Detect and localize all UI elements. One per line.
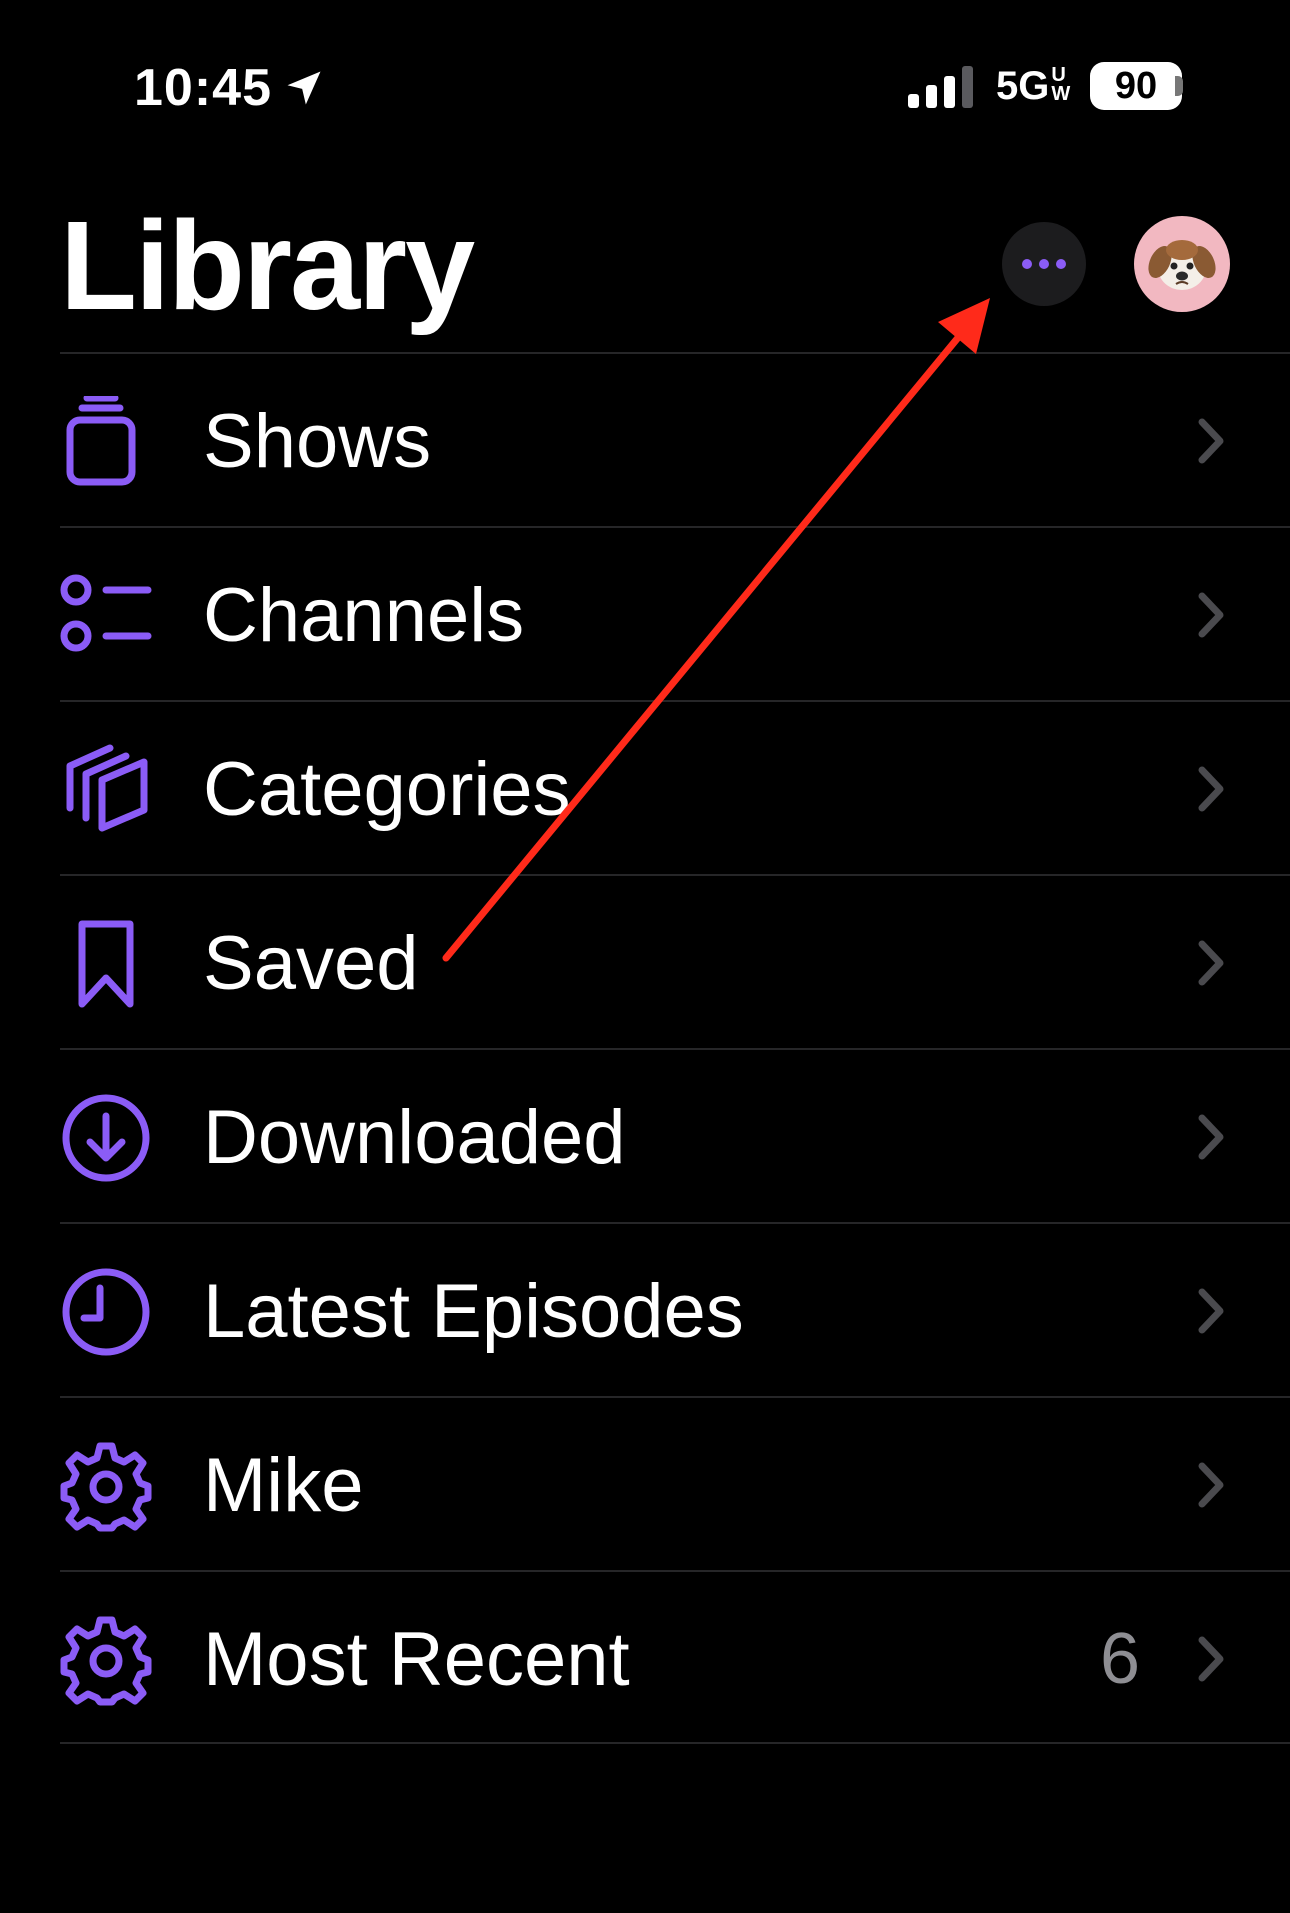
shows-stack-icon [66, 396, 136, 486]
network-indicator: 5G U W [996, 64, 1070, 109]
list-item-mike[interactable]: Mike [60, 1396, 1290, 1570]
list-item-channels[interactable]: Channels [60, 526, 1290, 700]
battery-indicator: 90 [1090, 62, 1182, 110]
list-item-label: Mike [203, 1442, 364, 1528]
gear-icon [60, 1616, 152, 1706]
ellipsis-icon-dot [1022, 259, 1032, 269]
ellipsis-icon-dot [1039, 259, 1049, 269]
avatar[interactable] [1134, 216, 1230, 312]
chevron-right-icon [1198, 592, 1224, 638]
list-item-label: Saved [203, 920, 419, 1006]
list-item-label: Downloaded [203, 1094, 626, 1180]
bookmark-icon [78, 920, 134, 1008]
download-circle-icon [62, 1094, 150, 1182]
list-item-saved[interactable]: Saved [60, 874, 1290, 1048]
list-item-label: Most Recent [203, 1616, 630, 1702]
chevron-right-icon [1198, 766, 1224, 812]
library-list: Shows Channels Categories Saved Download… [0, 352, 1290, 1744]
channels-list-icon [60, 574, 152, 652]
categories-icon [66, 744, 148, 832]
chevron-right-icon [1198, 1462, 1224, 1508]
list-item-label: Channels [203, 572, 525, 658]
ellipsis-icon-dot [1056, 259, 1066, 269]
list-item-label: Latest Episodes [203, 1268, 744, 1354]
battery-level: 90 [1114, 64, 1158, 107]
chevron-right-icon [1198, 1288, 1224, 1334]
list-item-categories[interactable]: Categories [60, 700, 1290, 874]
list-item-label: Categories [203, 746, 571, 832]
list-item-shows[interactable]: Shows [60, 352, 1290, 526]
chevron-right-icon [1198, 940, 1224, 986]
list-item-label: Shows [203, 398, 432, 484]
list-item-downloaded[interactable]: Downloaded [60, 1048, 1290, 1222]
network-sub-bottom: W [1051, 83, 1071, 105]
chevron-right-icon [1198, 418, 1224, 464]
status-time-text: 10:45 [134, 59, 272, 117]
clock-icon [62, 1268, 150, 1356]
chevron-right-icon [1198, 1636, 1224, 1682]
cellular-signal-icon [908, 66, 973, 108]
dog-avatar-icon [1148, 240, 1216, 290]
page-title: Library [60, 195, 475, 336]
list-item-latest-episodes[interactable]: Latest Episodes [60, 1222, 1290, 1396]
network-type: 5G [996, 64, 1050, 108]
list-item-most-recent[interactable]: Most Recent 6 [60, 1570, 1290, 1744]
status-bar: 10:45 5G U W 90 [0, 0, 1290, 180]
status-time: 10:45 [134, 58, 326, 118]
more-options-button[interactable] [1002, 222, 1086, 306]
count-badge: 6 [1099, 1619, 1140, 1699]
location-arrow-icon [287, 71, 321, 105]
gear-icon [60, 1442, 152, 1532]
battery-cap [1175, 76, 1183, 96]
chevron-right-icon [1198, 1114, 1224, 1160]
